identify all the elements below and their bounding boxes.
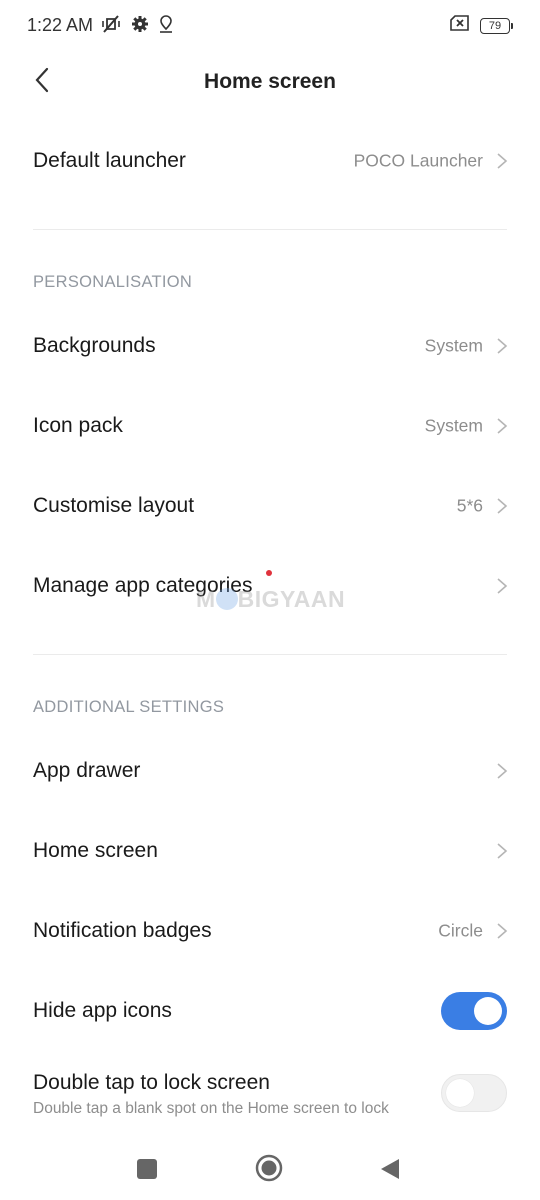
- row-label: Double tap to lock screen: [33, 1071, 270, 1094]
- row-label: Default launcher: [33, 149, 186, 172]
- page-title: Home screen: [204, 70, 336, 93]
- divider: [33, 229, 507, 230]
- divider: [33, 654, 507, 655]
- location-icon: [158, 14, 174, 39]
- row-label: App drawer: [33, 759, 141, 782]
- chevron-right-icon: [497, 498, 508, 514]
- battery-level: 79: [488, 19, 502, 32]
- row-value: System: [424, 335, 483, 356]
- app-header: Home screen: [0, 52, 540, 110]
- chevron-right-icon: [497, 418, 508, 434]
- row-icon-pack[interactable]: Icon pack System: [0, 396, 540, 456]
- toggle-knob: [474, 997, 502, 1025]
- row-value: POCO Launcher: [353, 150, 483, 171]
- row-value: System: [424, 415, 483, 436]
- status-bar: 1:22 AM 79: [0, 0, 540, 52]
- row-label: Notification badges: [33, 919, 212, 942]
- row-label: Backgrounds: [33, 334, 156, 357]
- row-value: 5*6: [456, 495, 483, 516]
- watermark-suffix: BIGYAAN: [237, 586, 346, 612]
- navigation-bar: [0, 1138, 540, 1200]
- row-double-tap-lock: Double tap to lock screen Double tap a b…: [0, 1063, 540, 1123]
- row-hide-app-icons: Hide app icons: [0, 981, 540, 1041]
- chevron-right-icon: [497, 923, 508, 939]
- new-badge-dot: [266, 570, 272, 576]
- hide-app-icons-toggle[interactable]: [441, 992, 507, 1030]
- home-button[interactable]: [254, 1153, 284, 1183]
- settings-gear-icon: [131, 15, 149, 38]
- double-tap-lock-toggle[interactable]: [441, 1074, 507, 1112]
- back-triangle-icon: [381, 1159, 399, 1179]
- row-backgrounds[interactable]: Backgrounds System: [0, 316, 540, 376]
- row-label: Customise layout: [33, 494, 195, 517]
- battery-icon: 79: [480, 17, 513, 34]
- row-customise-layout[interactable]: Customise layout 5*6: [0, 476, 540, 536]
- section-header-additional-settings: ADDITIONAL SETTINGS: [33, 698, 225, 716]
- chevron-right-icon: [497, 763, 508, 779]
- chevron-right-icon: [497, 843, 508, 859]
- row-app-drawer[interactable]: App drawer: [0, 741, 540, 801]
- watermark: M BIGYAAN: [196, 586, 345, 613]
- vibrate-off-icon: [100, 14, 122, 39]
- watermark-logo-icon: [215, 588, 238, 610]
- recents-button[interactable]: [134, 1156, 160, 1182]
- status-time: 1:22 AM: [27, 15, 94, 35]
- chevron-right-icon: [497, 578, 508, 594]
- chevron-right-icon: [497, 153, 508, 169]
- row-home-screen[interactable]: Home screen: [0, 821, 540, 881]
- section-header-personalisation: PERSONALISATION: [33, 273, 193, 291]
- chevron-right-icon: [497, 338, 508, 354]
- row-label: Hide app icons: [33, 999, 172, 1022]
- no-sim-icon: [450, 15, 470, 36]
- row-label: Home screen: [33, 839, 158, 862]
- row-label: Icon pack: [33, 414, 123, 437]
- back-nav-button[interactable]: [378, 1156, 404, 1182]
- row-notification-badges[interactable]: Notification badges Circle: [0, 901, 540, 961]
- toggle-knob: [446, 1079, 474, 1107]
- watermark-prefix: M: [196, 586, 216, 612]
- row-value: Circle: [438, 920, 483, 941]
- row-default-launcher[interactable]: Default launcher POCO Launcher: [0, 131, 540, 191]
- home-circle-icon: [255, 1154, 283, 1182]
- recents-square-icon: [137, 1159, 157, 1179]
- row-description: Double tap a blank spot on the Home scre…: [33, 1100, 389, 1117]
